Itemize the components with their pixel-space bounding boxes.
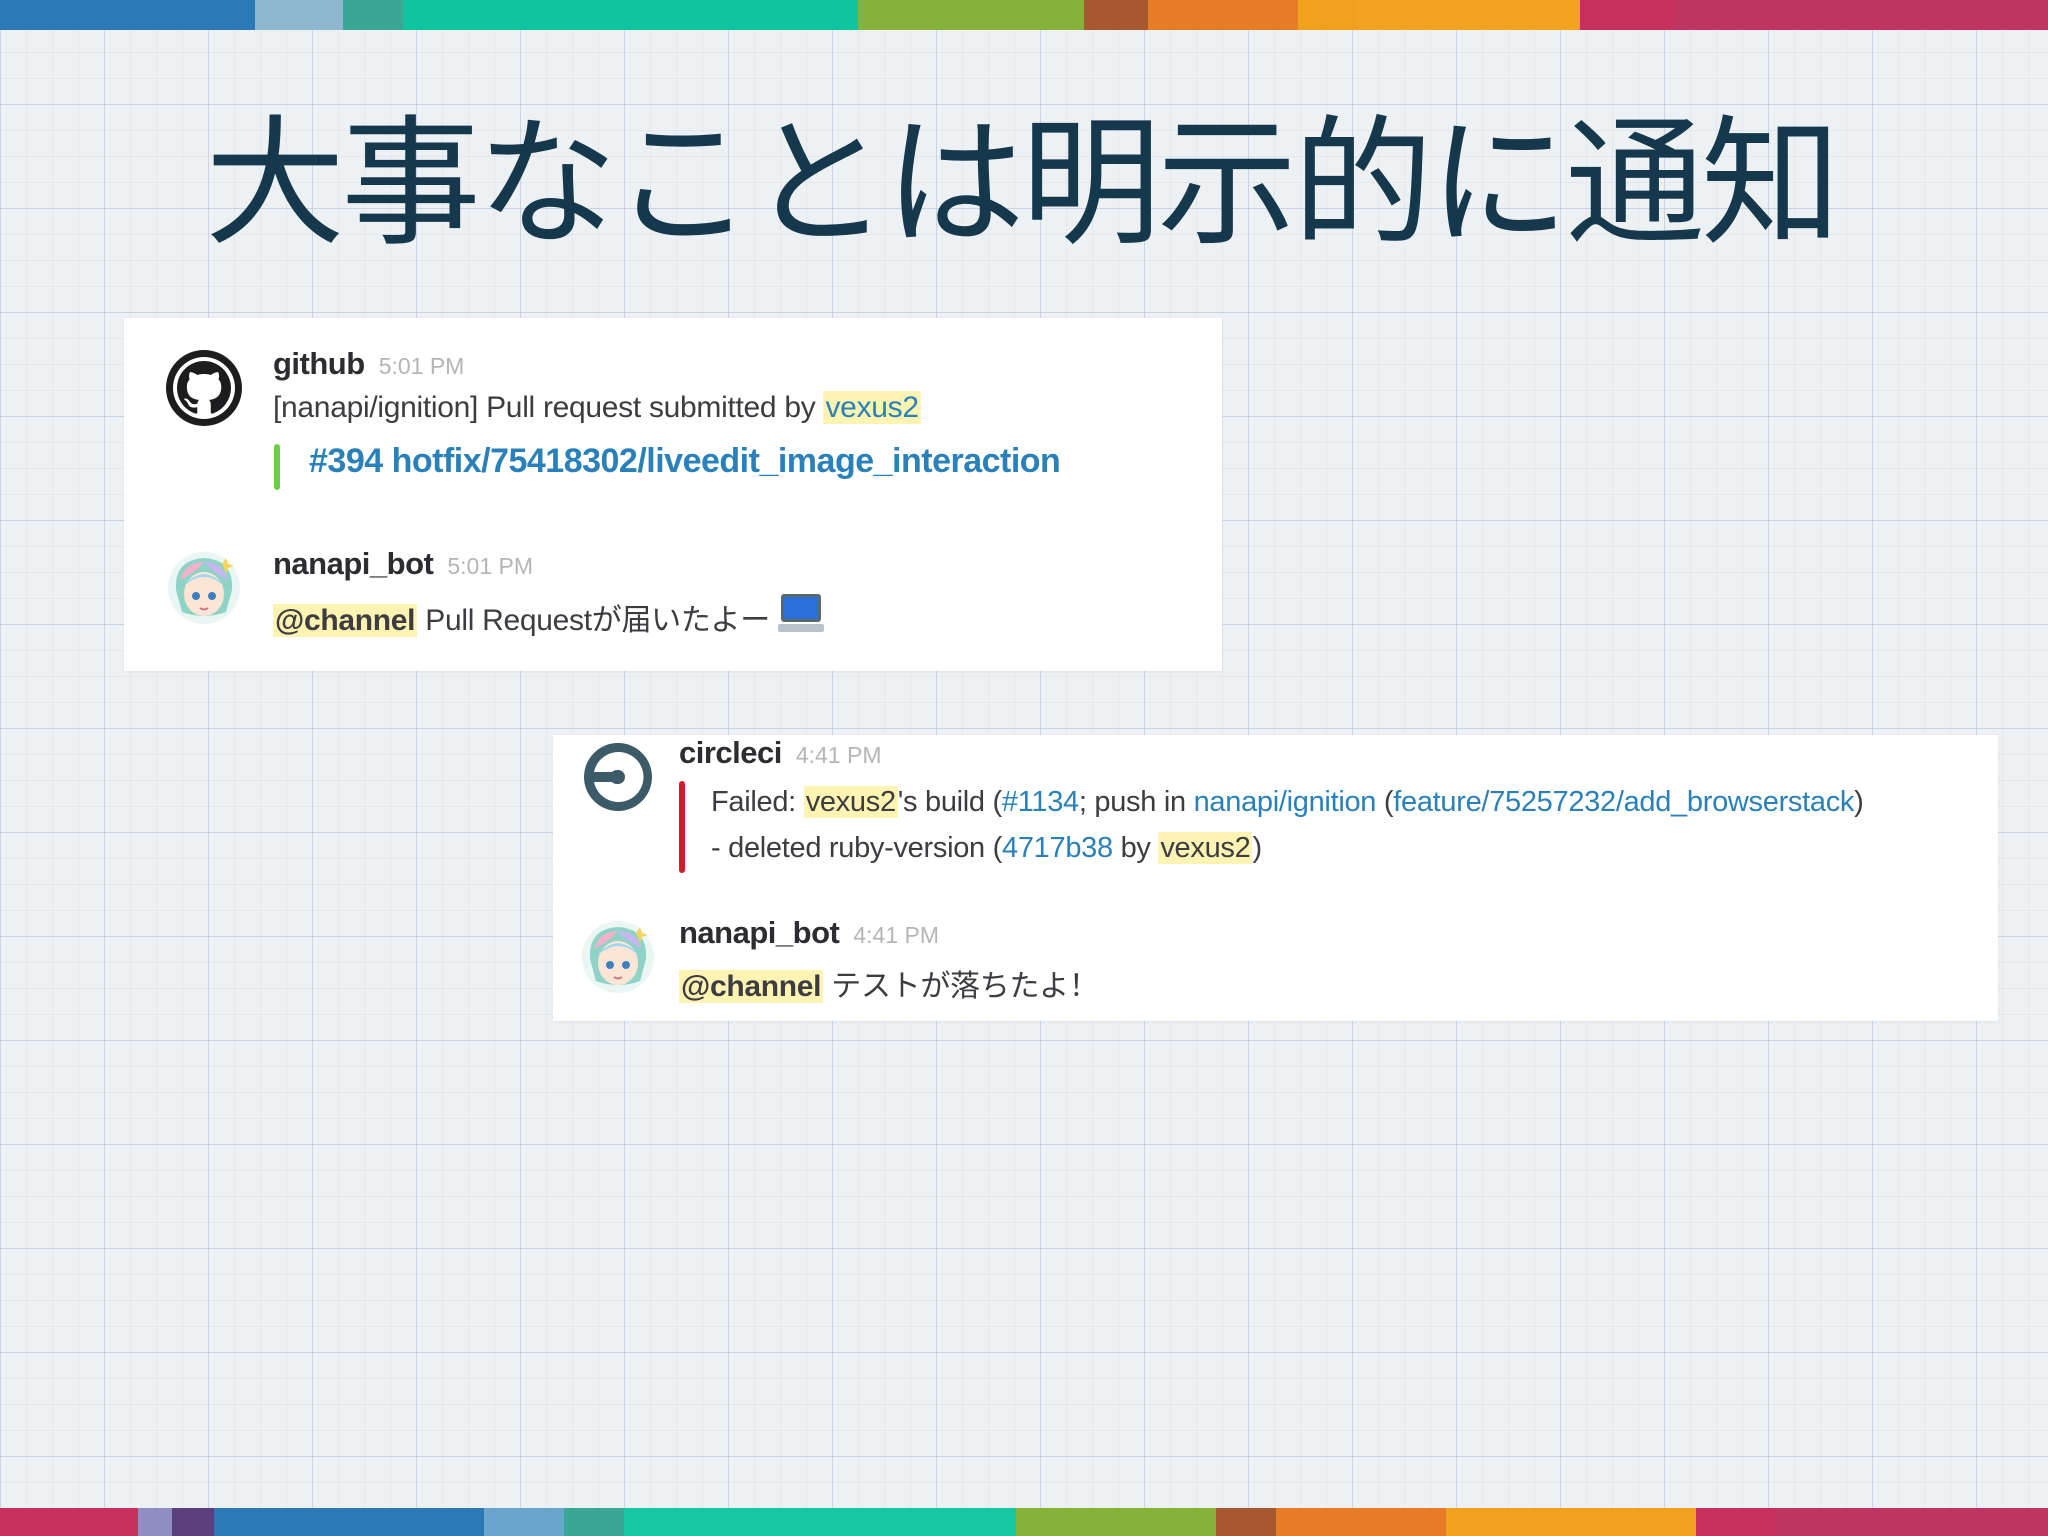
message-text: @channel テストが落ちたよ！ bbox=[679, 961, 1099, 1005]
bot-avatar-glyph bbox=[168, 552, 240, 624]
build-text: 's build ( bbox=[897, 786, 1002, 818]
stripe-segment bbox=[564, 1508, 624, 1536]
github-message: github 5:01 PM [nanapi/ignition] Pull req… bbox=[124, 318, 1222, 518]
pull-request-link[interactable]: #394 hotfix/75418302/liveedit_image_inte… bbox=[309, 442, 1061, 481]
stripe-segment bbox=[1084, 0, 1148, 30]
message-body: テストが落ちたよ！ bbox=[823, 970, 1099, 1003]
stripe-segment bbox=[1674, 0, 2048, 30]
user-mention[interactable]: vexus2 bbox=[1158, 832, 1253, 864]
stripe-segment bbox=[858, 0, 1084, 30]
stripe-segment bbox=[172, 1508, 214, 1536]
computer-emoji-icon bbox=[777, 594, 824, 634]
message-text: @channel Pull Requestが届いたよー bbox=[273, 594, 824, 639]
commit-prefix: - deleted ruby-version ( bbox=[711, 832, 1002, 864]
user-mention[interactable]: vexus2 bbox=[803, 786, 898, 818]
sender-name[interactable]: github bbox=[273, 346, 365, 381]
build-status-line: Failed: vexus2's build (#1134; push in n… bbox=[711, 786, 1864, 819]
circleci-logo-icon[interactable] bbox=[580, 739, 656, 815]
timestamp[interactable]: 5:01 PM bbox=[379, 353, 465, 379]
circleci-logo-glyph bbox=[584, 743, 652, 811]
nanapi-bot-avatar-icon[interactable] bbox=[166, 550, 242, 626]
stripe-segment bbox=[343, 0, 403, 30]
paren-close: ) bbox=[1854, 786, 1864, 818]
stripe-segment bbox=[255, 0, 343, 30]
stripe-segment bbox=[1298, 0, 1358, 30]
stripe-segment bbox=[1776, 1508, 2048, 1536]
github-octocat-icon[interactable] bbox=[166, 350, 242, 426]
nanapi-bot-avatar-icon[interactable] bbox=[580, 919, 656, 995]
stripe-segment bbox=[1016, 1508, 1216, 1536]
circleci-message: circleci 4:41 PM Failed: vexus2's build (… bbox=[553, 735, 1998, 895]
message-header: github 5:01 PM bbox=[273, 346, 464, 382]
top-color-stripe bbox=[0, 0, 2048, 30]
stripe-segment bbox=[214, 1508, 484, 1536]
sender-name[interactable]: nanapi_bot bbox=[273, 546, 434, 581]
commit-link[interactable]: 4717b38 bbox=[1002, 832, 1113, 864]
timestamp[interactable]: 4:41 PM bbox=[796, 742, 882, 768]
stripe-segment bbox=[1358, 0, 1580, 30]
message-header: nanapi_bot 4:41 PM bbox=[679, 915, 939, 951]
paren-open: ( bbox=[1376, 786, 1394, 818]
paren-close: ) bbox=[1252, 832, 1262, 864]
slack-message-card: circleci 4:41 PM Failed: vexus2's build (… bbox=[553, 735, 1998, 1021]
stripe-segment bbox=[624, 1508, 1016, 1536]
sender-name[interactable]: circleci bbox=[679, 735, 782, 770]
bottom-color-stripe bbox=[0, 1508, 2048, 1536]
stripe-segment bbox=[0, 1508, 138, 1536]
user-link[interactable]: vexus2 bbox=[823, 391, 921, 424]
stripe-segment bbox=[1696, 1508, 1776, 1536]
commit-line: - deleted ruby-version (4717b38 by vexus… bbox=[711, 832, 1262, 865]
message-text: [nanapi/ignition] Pull request submitted… bbox=[273, 391, 921, 425]
bot-message: nanapi_bot 4:41 PM @channel テストが落ちたよ！ bbox=[553, 911, 1998, 1021]
attachment-color-bar bbox=[679, 781, 685, 873]
stripe-segment bbox=[1216, 1508, 1276, 1536]
stripe-segment bbox=[1148, 0, 1298, 30]
stripe-segment bbox=[1446, 1508, 1696, 1536]
channel-mention[interactable]: @channel bbox=[679, 970, 824, 1003]
stripe-segment bbox=[0, 0, 255, 30]
attachment-color-bar bbox=[274, 444, 280, 490]
timestamp[interactable]: 4:41 PM bbox=[853, 922, 939, 948]
message-header: nanapi_bot 5:01 PM bbox=[273, 546, 533, 582]
message-body: Pull Requestが届いたよー bbox=[417, 604, 770, 637]
bot-avatar-glyph bbox=[582, 921, 654, 993]
github-octocat-glyph bbox=[177, 361, 231, 414]
slide-title: 大事なことは明示的に通知 bbox=[205, 103, 1841, 266]
channel-mention[interactable]: @channel bbox=[273, 604, 418, 637]
stripe-segment bbox=[138, 1508, 172, 1536]
stripe-segment bbox=[484, 1508, 564, 1536]
stripe-segment bbox=[1276, 1508, 1446, 1536]
sender-name[interactable]: nanapi_bot bbox=[679, 915, 840, 950]
build-failed-label: Failed: bbox=[711, 786, 804, 818]
stripe-segment bbox=[403, 0, 858, 30]
slack-message-card: github 5:01 PM [nanapi/ignition] Pull req… bbox=[124, 318, 1222, 671]
repo-link[interactable]: nanapi/ignition bbox=[1194, 786, 1377, 818]
bot-message: nanapi_bot 5:01 PM @channel Pull Requestが… bbox=[124, 538, 1222, 668]
push-text: ; push in bbox=[1078, 786, 1194, 818]
by-text: by bbox=[1112, 832, 1159, 864]
build-number-link[interactable]: #1134 bbox=[1002, 786, 1079, 818]
branch-link[interactable]: feature/75257232/add_browserstack bbox=[1393, 786, 1854, 818]
message-body: [nanapi/ignition] Pull request submitted… bbox=[273, 391, 824, 424]
message-header: circleci 4:41 PM bbox=[679, 735, 882, 771]
stripe-segment bbox=[1580, 0, 1674, 30]
timestamp[interactable]: 5:01 PM bbox=[447, 553, 533, 579]
